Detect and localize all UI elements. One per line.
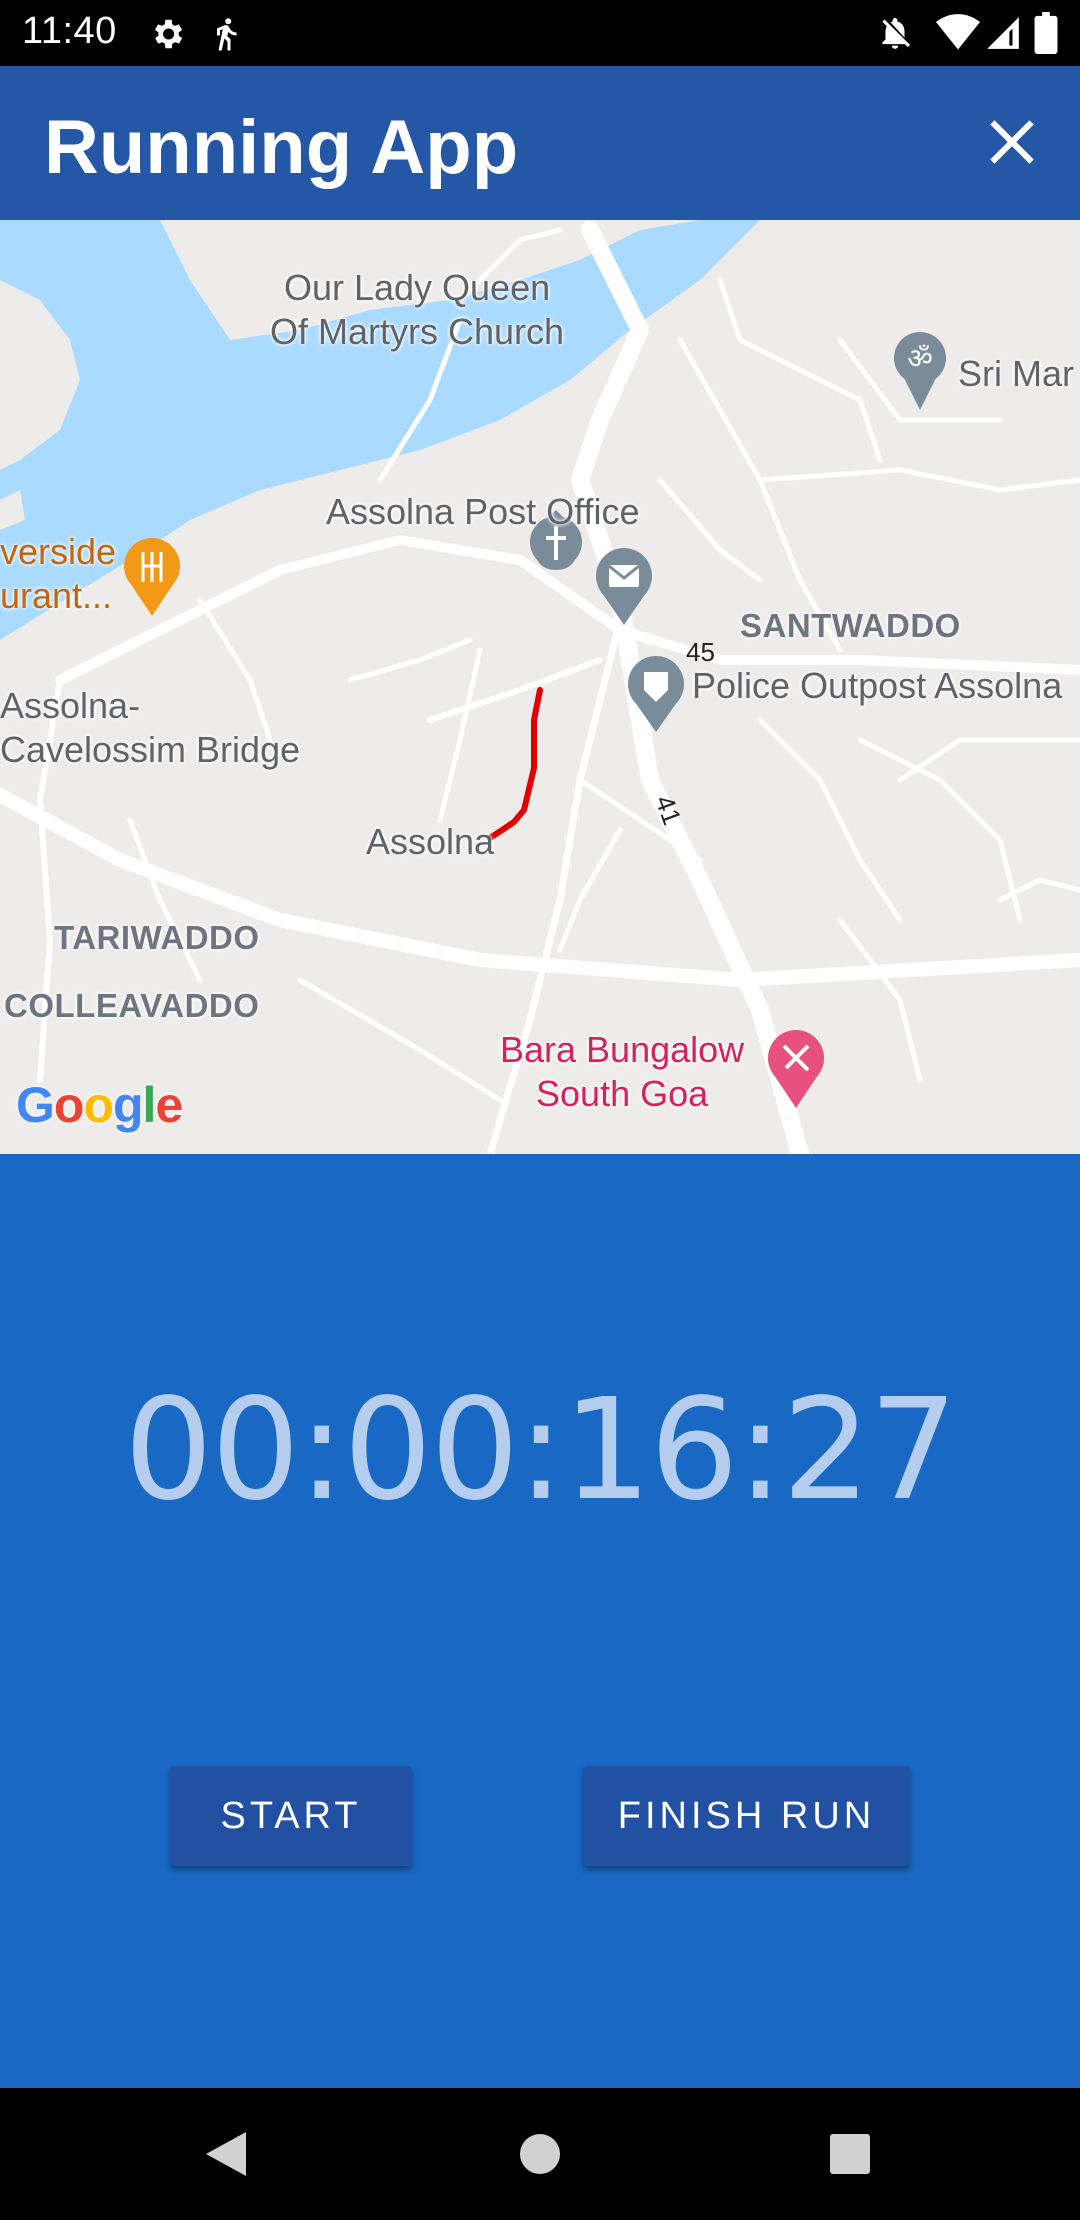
map-label-assolna: Assolna: [366, 821, 495, 862]
notifications-off-icon: [882, 17, 911, 49]
back-button[interactable]: [166, 2088, 286, 2220]
svg-text:ॐ: ॐ: [907, 342, 933, 375]
map-label-bridge: Assolna- Cavelossim Bridge: [0, 685, 301, 770]
street: [437, 647, 483, 823]
navigation-bar: [0, 2088, 1080, 2220]
restaurant-pin-icon: [124, 538, 180, 616]
map-label-santwaddo: SANTWADDO: [740, 607, 961, 644]
app-bar: Running App: [0, 66, 1080, 220]
home-button[interactable]: [480, 2088, 600, 2220]
street: [657, 477, 763, 583]
running-icon: [217, 18, 237, 51]
back-icon: [206, 2132, 246, 2176]
map-label-church: Our Lady Queen Of Martyrs Church: [270, 267, 565, 352]
gear-icon: [154, 19, 183, 49]
close-icon: [990, 120, 1034, 164]
street: [297, 977, 503, 1103]
run-control-panel: 00:00:16:27 START FINISH RUN: [0, 1154, 1080, 2088]
map-label-restaurant: verside urant...: [0, 531, 117, 616]
street: [757, 467, 1080, 493]
battery-icon: [1034, 12, 1058, 54]
close-button[interactable]: [982, 112, 1042, 172]
route-map[interactable]: ॐ Our Lady Queen Of Martyrs Church Sri M…: [0, 220, 1080, 1154]
start-button[interactable]: START: [170, 1766, 412, 1866]
street: [837, 917, 923, 1083]
finish-run-button[interactable]: FINISH RUN: [583, 1766, 910, 1866]
run-timer: 00:00:16:27: [123, 1369, 958, 1532]
status-bar: 11:40: [0, 0, 1080, 66]
map-label-tariwaddo: TARIWADDO: [54, 919, 260, 956]
recents-button[interactable]: [790, 2088, 910, 2220]
home-icon: [520, 2134, 560, 2174]
street: [717, 277, 883, 463]
google-logo: Google: [16, 1077, 183, 1133]
map-label-colleavaddo: COLLEAVADDO: [4, 987, 260, 1024]
temple-pin-icon: ॐ: [894, 332, 946, 410]
street: [347, 637, 473, 683]
recents-icon: [830, 2134, 870, 2174]
map-label-temple: Sri Mar: [958, 353, 1074, 394]
map-label-post-office: Assolna Post Office: [326, 491, 640, 532]
signal-icon: [987, 17, 1019, 49]
app-title: Running App: [44, 105, 519, 190]
status-time: 11:40: [22, 10, 117, 52]
run-route-line: [487, 687, 543, 841]
map-label-bungalow: Bara Bungalow South Goa: [500, 1029, 745, 1114]
wifi-icon: [936, 14, 980, 50]
map-label-police: Police Outpost Assolna: [692, 665, 1063, 706]
road-local: [427, 657, 603, 723]
